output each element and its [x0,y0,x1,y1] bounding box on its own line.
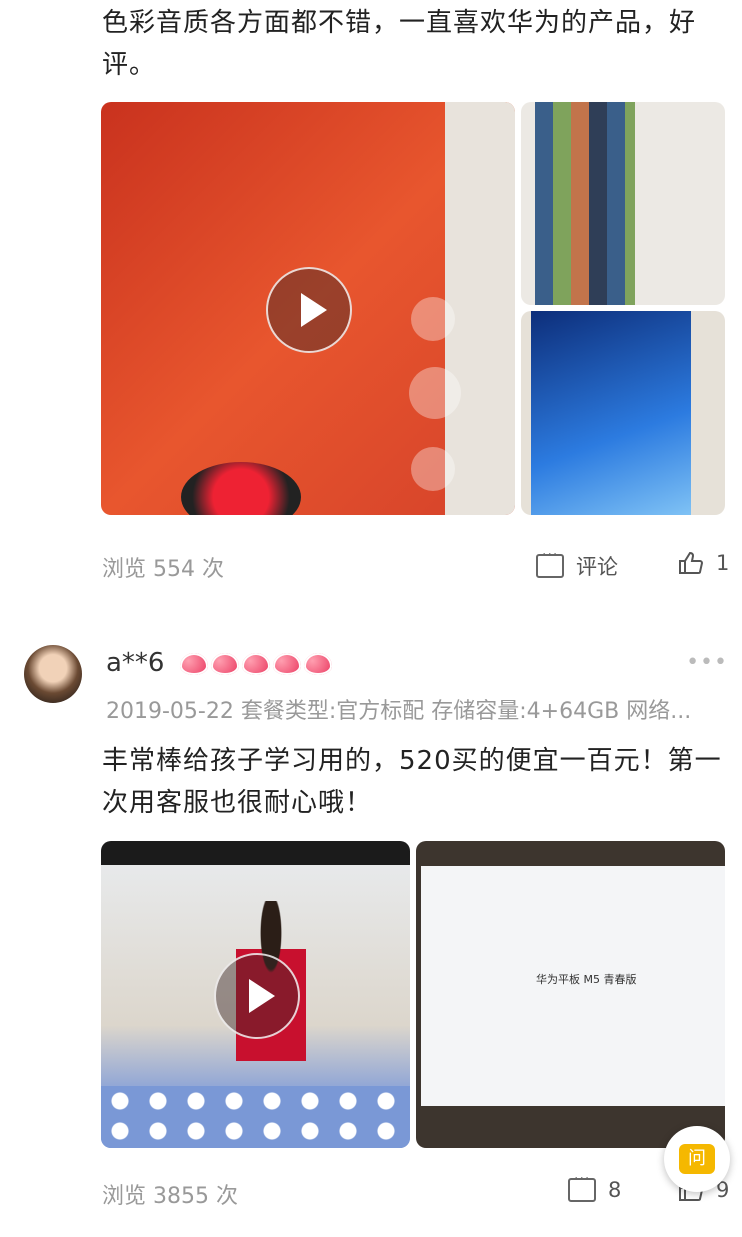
comment-label: 评论 [576,555,618,579]
view-count: 浏览 554 次 [102,557,224,582]
heart-icon [273,653,301,675]
play-button[interactable] [266,267,352,353]
comment-count: 8 [608,1178,622,1202]
play-button[interactable] [214,953,300,1039]
like-count: 1 [716,551,730,575]
heart-icon [304,653,332,675]
ask-question-icon: 问 [679,1144,715,1174]
review-text: 丰常棒给孩子学习用的，520买的便宜一百元！第一次用客服也很耐心哦！ [102,746,722,818]
review-image[interactable] [521,311,725,515]
avatar[interactable] [24,645,82,703]
video-topbar-decoration [101,841,410,865]
more-options-icon[interactable]: ••• [686,650,728,675]
ask-question-button[interactable]: 问 [664,1126,730,1192]
sticker-decoration [181,462,301,515]
comment-icon [536,547,564,578]
view-count: 浏览 3855 次 [102,1184,238,1209]
comment-button[interactable]: 评论 [536,547,618,581]
thumbs-up-icon [679,551,704,574]
user-level-hearts [180,653,335,679]
tablet-frame [445,102,515,515]
tablet-homescreen-decoration [531,311,691,515]
review-image[interactable]: 华为平板 M5 青春版 [416,841,725,1148]
review-image[interactable] [521,102,725,305]
review-video-thumbnail[interactable] [101,102,515,515]
review-meta: 2019-05-22 套餐类型:官方标配 存储容量:4+64GB 网络... [106,699,692,724]
username[interactable]: a**6 [106,648,164,678]
comment-button[interactable]: 8 [568,1171,622,1202]
heart-icon [211,653,239,675]
pause-icon [409,367,461,419]
heart-icon [242,653,270,675]
heart-icon [180,653,208,675]
photo-grid-decoration [535,102,635,305]
comment-icon [568,1171,596,1202]
like-button[interactable]: 1 [678,551,729,575]
next-icon [411,447,455,491]
product-box-caption: 华为平板 M5 青春版 [536,973,637,986]
prev-icon [411,297,455,341]
polka-dot-decoration [101,1086,410,1148]
review-text: 色彩音质各方面都不错，一直喜欢华为的产品，好评。 [102,8,697,80]
review-video-thumbnail[interactable] [101,841,410,1148]
